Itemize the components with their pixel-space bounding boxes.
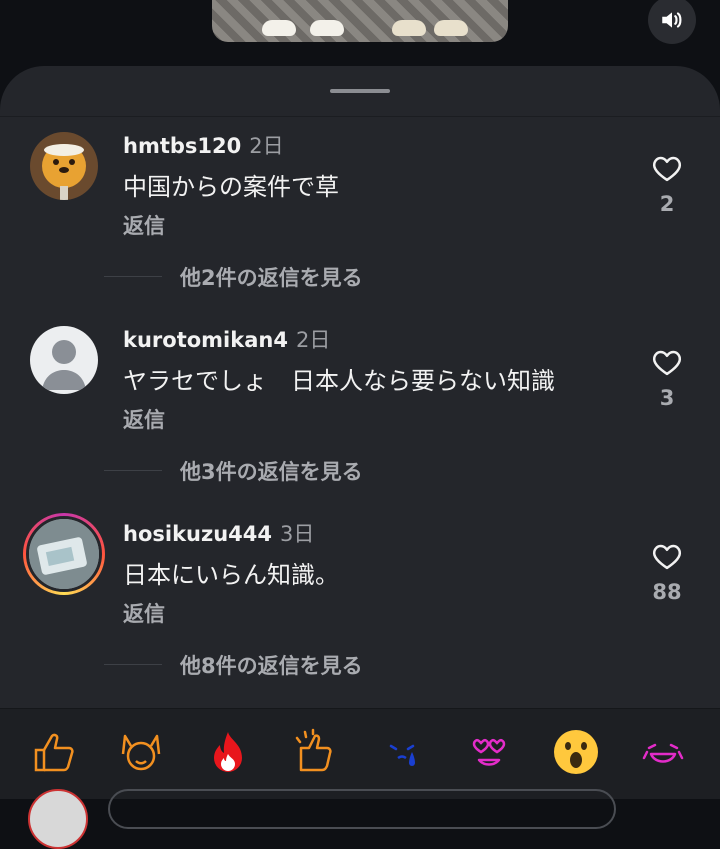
comment-input[interactable]: [108, 789, 616, 829]
default-avatar-icon: [30, 326, 98, 394]
divider: [104, 276, 162, 277]
heart-outline-icon: [652, 156, 682, 182]
like-button[interactable]: 3: [642, 348, 692, 410]
like-count: 88: [652, 580, 682, 604]
astonished-face-icon[interactable]: [551, 727, 601, 777]
avatar-story-ring[interactable]: [23, 513, 105, 595]
heart-outline-icon: [652, 544, 682, 570]
like-count: 3: [659, 386, 675, 410]
comment-time: 2日: [249, 134, 284, 158]
view-replies-button[interactable]: 他8件の返信を見る: [180, 650, 363, 680]
avatar[interactable]: [30, 326, 98, 394]
divider: [104, 470, 162, 471]
thumbs-up-icon[interactable]: [29, 727, 79, 777]
photo-avatar-image: [29, 519, 99, 589]
like-button[interactable]: 2: [642, 154, 692, 216]
comments-sheet: hmtbs120 2日 中国からの案件で草 返信 他2件の返信を見る 2 kuro…: [0, 66, 720, 798]
audio-toggle-button[interactable]: [648, 0, 696, 44]
like-button[interactable]: 88: [642, 542, 692, 604]
laughing-face-icon[interactable]: [638, 727, 688, 777]
beer-glass-avatar-image: [30, 132, 98, 200]
comment-time: 2日: [295, 328, 331, 352]
divider: [104, 664, 162, 665]
view-replies-button[interactable]: 他2件の返信を見る: [180, 262, 363, 292]
comment-username[interactable]: hosikuzu444 3日: [123, 518, 314, 548]
speaker-icon: [662, 12, 682, 28]
comment-time: 3日: [280, 522, 315, 546]
like-count: 2: [659, 192, 675, 216]
crying-face-icon[interactable]: [377, 727, 427, 777]
reply-button[interactable]: 返信: [123, 598, 165, 628]
comment-item: kurotomikan4 2日 ヤラセでしょ 日本人なら要らない知識 返信 他3件…: [0, 326, 720, 520]
sheet-drag-handle[interactable]: [330, 89, 390, 93]
fire-icon[interactable]: [203, 727, 253, 777]
heart-eyes-icon[interactable]: [464, 727, 514, 777]
comment-username[interactable]: hmtbs120 2日: [123, 130, 284, 160]
comment-text: ヤラセでしょ 日本人なら要らない知識: [123, 367, 555, 395]
comment-item: hmtbs120 2日 中国からの案件で草 返信 他2件の返信を見る 2: [0, 132, 720, 326]
raising-hands-icon[interactable]: [116, 727, 166, 777]
view-replies-button[interactable]: 他3件の返信を見る: [180, 456, 363, 486]
reply-button[interactable]: 返信: [123, 404, 165, 434]
avatar[interactable]: [30, 132, 98, 200]
heart-outline-icon: [652, 350, 682, 376]
video-thumbnail[interactable]: [212, 0, 508, 42]
emoji-reaction-bar: [0, 708, 720, 849]
comment-text: 中国からの案件で草: [123, 173, 339, 201]
comment-item: hosikuzu444 3日 日本にいらん知識。 返信 他8件の返信を見る 88: [0, 513, 720, 714]
comment-text: 日本にいらん知識。: [123, 561, 339, 589]
comment-username[interactable]: kurotomikan4 2日: [123, 324, 330, 354]
clapping-hands-icon[interactable]: [290, 727, 340, 777]
divider: [0, 116, 720, 117]
reply-button[interactable]: 返信: [123, 210, 165, 240]
my-avatar: [28, 789, 88, 849]
